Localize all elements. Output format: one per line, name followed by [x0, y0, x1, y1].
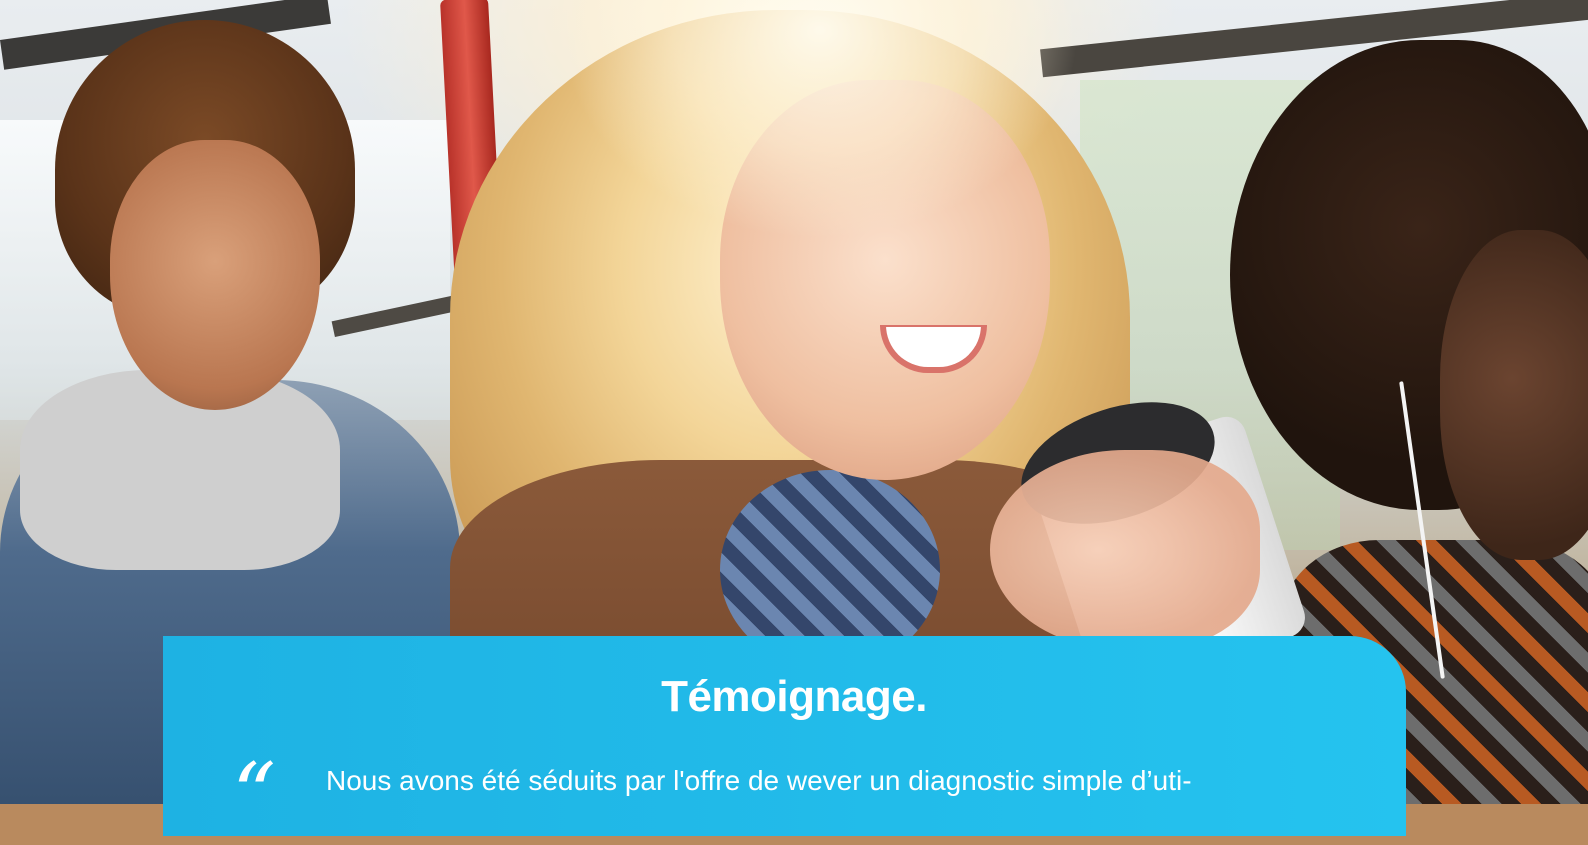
sun-flare — [560, 0, 1080, 240]
man-face — [110, 140, 320, 410]
quote-mark-icon: “ — [232, 745, 276, 845]
testimonial-text: Nous avons été séduits par l'offre de we… — [326, 765, 1192, 796]
passenger-face — [1440, 230, 1588, 560]
testimonial-title: Témoignage. — [661, 672, 927, 721]
testimonial-card — [163, 636, 1406, 836]
woman-hand — [990, 450, 1260, 650]
